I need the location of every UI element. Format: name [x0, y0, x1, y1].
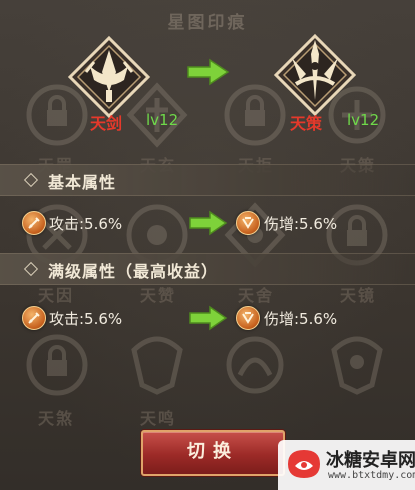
- arrow-right-icon: [186, 58, 230, 90]
- max-attributes-header: 满级属性（最高收益）: [0, 253, 415, 285]
- watermark-logo-icon: [286, 448, 322, 480]
- bg-seal-icon: [22, 330, 92, 400]
- base-from-stat: 攻击:5.6%: [49, 215, 123, 233]
- left-seal-level: lv12: [146, 111, 179, 129]
- max-attributes-title: 满级属性（最高收益）: [48, 262, 219, 281]
- arrow-right-icon: [188, 305, 228, 335]
- base-to-stat: 伤增:5.6%: [264, 215, 338, 233]
- damage-boost-stat-icon: [236, 211, 260, 235]
- max-to-stat: 伤增:5.6%: [264, 310, 338, 328]
- bg-seal-icon: [220, 330, 290, 400]
- site-watermark: 冰糖安卓网 www.btxtdmy.com: [278, 440, 415, 490]
- seal-panel: 星图印痕 天罡 天玄 天拒 天策 天因 天赞 天舍: [0, 0, 415, 490]
- damage-boost-stat-icon: [236, 306, 260, 330]
- bg-seal-icon: [322, 330, 392, 400]
- bg-seal-label: 天煞: [38, 409, 75, 428]
- bg-seal-label: 天因: [38, 286, 75, 305]
- attack-stat-icon: [22, 211, 46, 235]
- right-seal-level: lv12: [347, 111, 380, 129]
- bg-seal-label: 天镜: [340, 286, 377, 305]
- base-attributes-title: 基本属性: [48, 173, 117, 192]
- base-attributes-header: 基本属性: [0, 164, 415, 196]
- strategy-seal-icon[interactable]: [270, 30, 360, 120]
- watermark-url: www.btxtdmy.com: [328, 470, 415, 481]
- left-seal-name: 天剑: [90, 114, 123, 133]
- bg-seal-icon: [122, 330, 192, 400]
- diamond-icon: [23, 261, 39, 277]
- max-from-stat: 攻击:5.6%: [49, 310, 123, 328]
- watermark-title: 冰糖安卓网: [326, 450, 415, 471]
- bg-seal-label: 天赞: [140, 286, 177, 305]
- bg-seal-label: 天舍: [238, 286, 275, 305]
- arrow-right-icon: [188, 210, 228, 240]
- attack-stat-icon: [22, 306, 46, 330]
- diamond-icon: [23, 172, 39, 188]
- right-seal-name: 天策: [290, 114, 323, 133]
- bg-seal-label: 天鸣: [140, 409, 177, 428]
- sword-seal-icon[interactable]: [64, 32, 154, 122]
- switch-button[interactable]: 切换: [141, 430, 285, 476]
